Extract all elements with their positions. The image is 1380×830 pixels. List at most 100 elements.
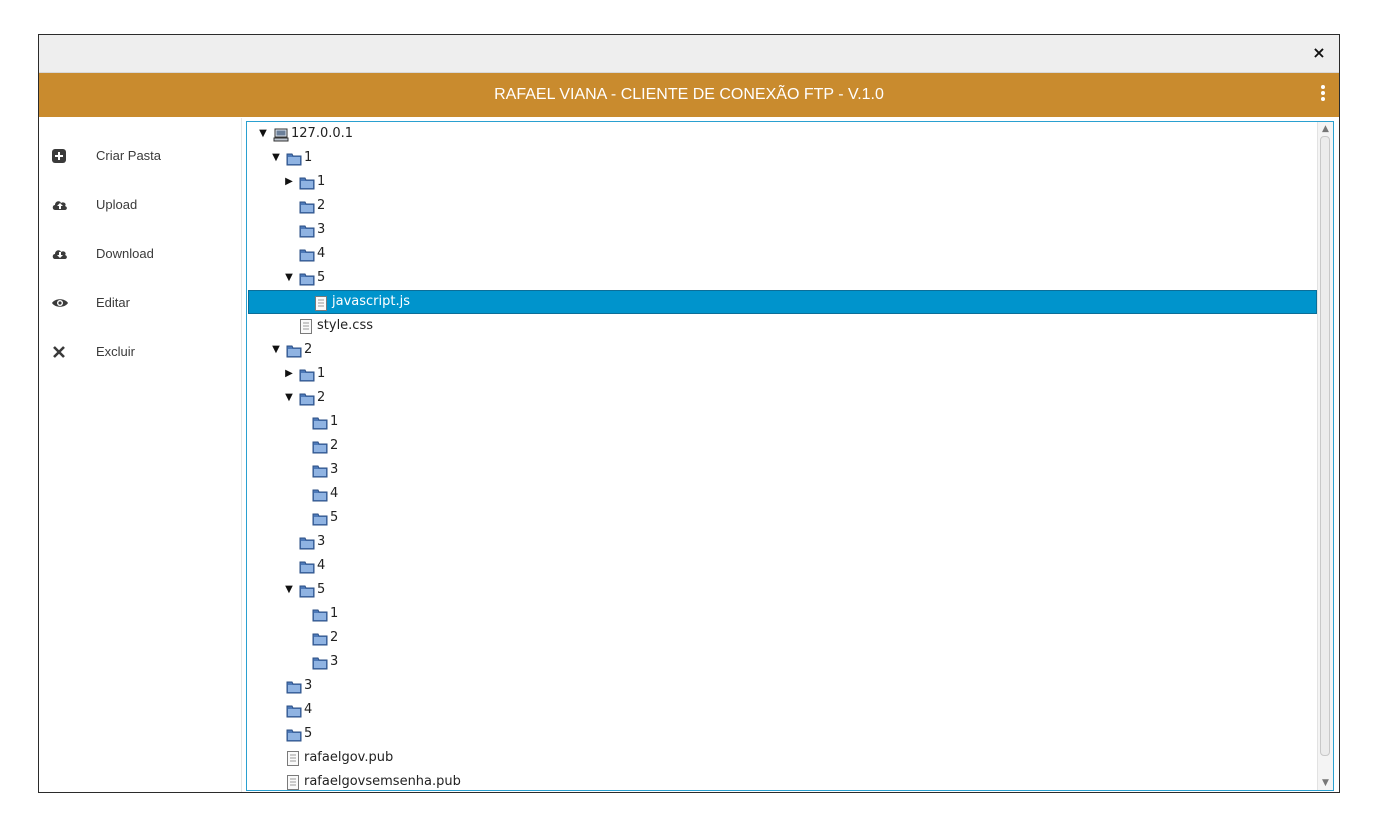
tree-folder-row[interactable]: 4 [247,242,1316,266]
tree-node-label: 3 [330,462,339,477]
tree-node-label: style.css [317,318,373,333]
tree-node-label: 2 [317,390,326,405]
tree-folder-row[interactable]: ▼ 5 [247,266,1316,290]
expanded-arrow-icon[interactable]: ▼ [283,386,295,410]
tree-folder-row[interactable]: 4 [247,698,1316,722]
tree-node-label: 5 [330,510,339,525]
folder-icon [312,511,328,526]
tree-folder-row[interactable]: 3 [247,674,1316,698]
sidebar-item-edit[interactable]: Editar [39,280,241,329]
app-window: × RAFAEL VIANA - CLIENTE DE CONEXÃO FTP … [38,34,1340,793]
tree-folder-row[interactable]: 3 [247,530,1316,554]
sidebar-item-label: Download [96,246,154,261]
sidebar-item-label: Excluir [96,344,136,359]
cloud-upload-icon [51,197,67,213]
folder-icon [299,559,315,574]
tree-folder-row[interactable]: 3 [247,218,1316,242]
folder-icon [286,727,302,742]
tree-node-label: 4 [317,558,326,573]
tree-folder-row[interactable]: ▼ 2 [247,338,1316,362]
folder-icon [286,343,302,358]
cloud-download-icon [51,246,67,262]
folder-icon [312,607,328,622]
sidebar-item-download[interactable]: Download [39,231,241,280]
sidebar-item-label: Editar [96,295,130,310]
tree-file-row[interactable]: style.css [247,314,1316,338]
tree-node-label: 3 [304,678,313,693]
folder-icon [312,487,328,502]
scroll-thumb[interactable] [1320,136,1330,756]
close-button[interactable]: × [1309,43,1329,63]
folder-icon [312,631,328,646]
tree-node-label: 3 [330,654,339,669]
folder-icon [312,463,328,478]
scroll-down-icon[interactable]: ▼ [1318,776,1333,790]
tree-folder-row[interactable]: 2 [247,626,1316,650]
sidebar-item-upload[interactable]: Upload [39,182,241,231]
tree-node-label: 5 [304,726,313,741]
tree-node-label: rafaelgovsemsenha.pub [304,774,461,789]
expanded-arrow-icon[interactable]: ▼ [270,338,282,362]
folder-icon [299,247,315,262]
tree-folder-row[interactable]: ▶ 1 [247,362,1316,386]
tree-folder-row[interactable]: ▼ 2 [247,386,1316,410]
tree-node-label: 2 [304,342,313,357]
tree-node-label: rafaelgov.pub [304,750,394,765]
tree-file-row[interactable]: javascript.js [248,290,1317,314]
tree-file-row[interactable]: rafaelgovsemsenha.pub [247,770,1316,790]
folder-icon [299,391,315,406]
plus-square-icon [51,148,67,164]
app-title: RAFAEL VIANA - CLIENTE DE CONEXÃO FTP - … [494,86,884,103]
tree-file-row[interactable]: rafaelgov.pub [247,746,1316,770]
tree-folder-row[interactable]: 5 [247,722,1316,746]
tree-folder-row[interactable]: 4 [247,554,1316,578]
sidebar-item-label: Criar Pasta [96,148,162,163]
tree-node-label: 1 [317,366,326,381]
collapsed-arrow-icon[interactable]: ▶ [283,362,295,386]
folder-icon [286,151,302,166]
folder-icon [299,583,315,598]
tree-folder-row[interactable]: 2 [247,434,1316,458]
scroll-up-icon[interactable]: ▲ [1318,122,1333,136]
expanded-arrow-icon[interactable]: ▼ [283,266,295,290]
expanded-arrow-icon[interactable]: ▼ [257,122,269,146]
eye-icon [51,295,68,311]
folder-icon [312,655,328,670]
tree-folder-row[interactable]: 3 [247,458,1316,482]
tree-node-label: 4 [330,486,339,501]
tree-node-label: 4 [304,702,313,717]
tree-folder-row[interactable]: 1 [247,602,1316,626]
folder-icon [299,535,315,550]
tree-node-label: javascript.js [332,294,410,309]
window-titlebar: × [39,35,1339,73]
tree-node-label: 1 [330,414,339,429]
tree-folder-row[interactable]: 1 [247,410,1316,434]
sidebar-item-label: Upload [96,197,138,212]
sidebar-item-create-folder[interactable]: Criar Pasta [39,133,241,182]
tree-folder-row[interactable]: ▼ 1 [247,146,1316,170]
file-tree[interactable]: rafaelgovsemsenha.pub rafaelgov.pub 5 4 3 3 2 1… [246,121,1334,791]
tree-server-row[interactable]: ▼ 127.0.0.1 [247,122,1316,146]
folder-icon [286,679,302,694]
tree-folder-row[interactable]: 2 [247,194,1316,218]
tree-folder-row[interactable]: 3 [247,650,1316,674]
expanded-arrow-icon[interactable]: ▼ [283,578,295,602]
folder-icon [299,271,315,286]
tree-folder-row[interactable]: 5 [247,506,1316,530]
tree-node-label: 5 [317,582,326,597]
tree-node-label: 127.0.0.1 [291,126,354,141]
file-icon [286,751,302,766]
tree-folder-row[interactable]: ▶ 1 [247,170,1316,194]
tree-folder-row[interactable]: ▼ 5 [247,578,1316,602]
sidebar-item-delete[interactable]: Excluir [39,329,241,378]
tree-folder-row[interactable]: 4 [247,482,1316,506]
folder-icon [299,367,315,382]
collapsed-arrow-icon[interactable]: ▶ [283,170,295,194]
tree-node-label: 3 [317,534,326,549]
expanded-arrow-icon[interactable]: ▼ [270,146,282,170]
more-options-icon[interactable] [1317,85,1329,105]
folder-icon [286,703,302,718]
tree-scrollbar[interactable]: ▲ ▼ [1317,122,1333,790]
sidebar: Criar Pasta Upload Download Editar Excluir [39,118,242,792]
tree-node-label: 4 [317,246,326,261]
